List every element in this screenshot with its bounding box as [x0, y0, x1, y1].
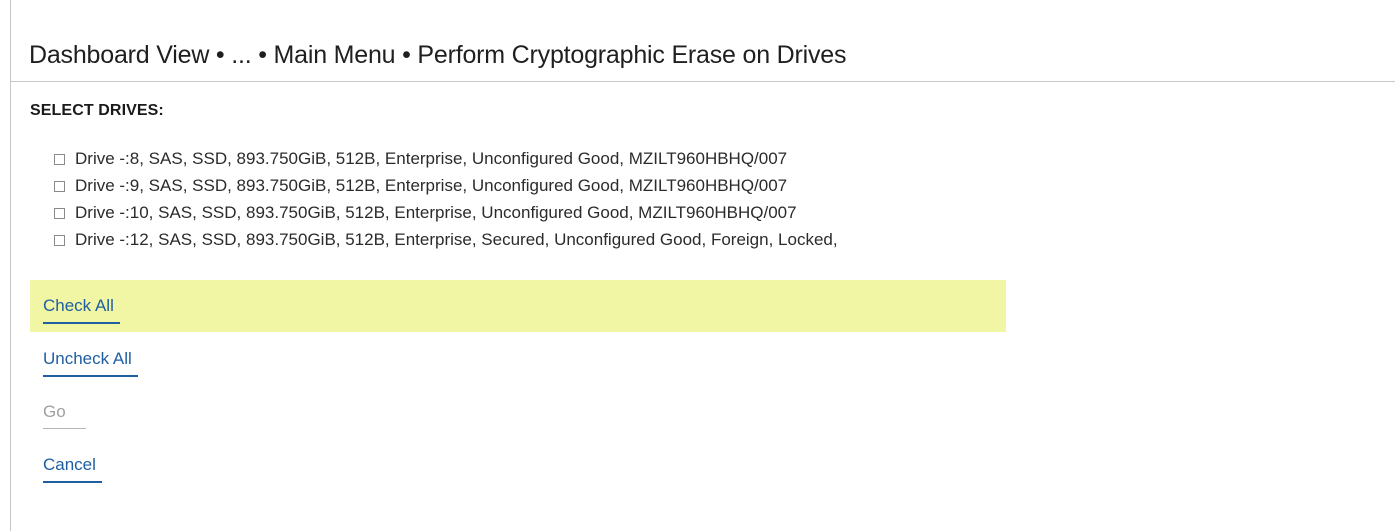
focus-highlight	[30, 280, 1006, 332]
go-link[interactable]: Go	[43, 402, 86, 429]
drive-label: Drive -:10, SAS, SSD, 893.750GiB, 512B, …	[75, 202, 797, 222]
section-label-select-drives: SELECT DRIVES:	[30, 102, 164, 119]
drive-item-8[interactable]: Drive -:8, SAS, SSD, 893.750GiB, 512B, E…	[54, 145, 838, 172]
drive-item-10[interactable]: Drive -:10, SAS, SSD, 893.750GiB, 512B, …	[54, 199, 838, 226]
checkbox[interactable]	[54, 234, 65, 246]
uncheck-all-link[interactable]: Uncheck All	[43, 349, 138, 377]
drive-label: Drive -:8, SAS, SSD, 893.750GiB, 512B, E…	[75, 148, 788, 168]
check-all-link[interactable]: Check All	[43, 296, 120, 324]
checkbox[interactable]	[54, 207, 65, 219]
drive-list: Drive -:8, SAS, SSD, 893.750GiB, 512B, E…	[54, 145, 838, 253]
breadcrumb: Dashboard View • ... • Main Menu • Perfo…	[29, 41, 847, 69]
title-bar: Dashboard View • ... • Main Menu • Perfo…	[10, 30, 1395, 82]
checkbox[interactable]	[54, 180, 65, 192]
drive-label: Drive -:12, SAS, SSD, 893.750GiB, 512B, …	[75, 229, 838, 249]
drive-item-9[interactable]: Drive -:9, SAS, SSD, 893.750GiB, 512B, E…	[54, 172, 838, 199]
checkbox[interactable]	[54, 153, 65, 165]
cancel-link[interactable]: Cancel	[43, 455, 102, 483]
drive-label: Drive -:9, SAS, SSD, 893.750GiB, 512B, E…	[75, 175, 788, 195]
drive-item-12[interactable]: Drive -:12, SAS, SSD, 893.750GiB, 512B, …	[54, 226, 838, 253]
